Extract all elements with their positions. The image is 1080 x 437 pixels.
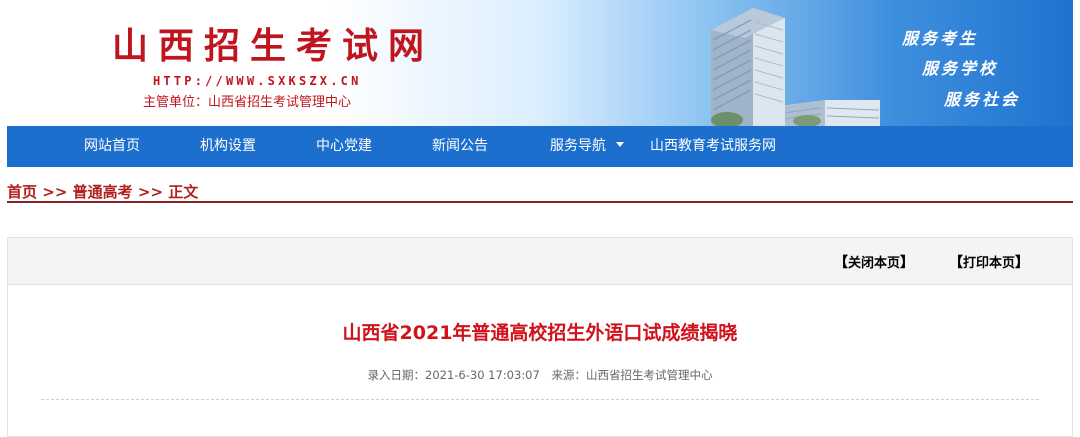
nav-organization[interactable]: 机构设置 xyxy=(200,126,256,167)
nav-party[interactable]: 中心党建 xyxy=(316,126,372,167)
breadcrumb-separator: >> xyxy=(42,183,68,201)
article-title: 山西省2021年普通高校招生外语口试成绩揭晓 xyxy=(342,322,738,344)
caret-down-icon xyxy=(616,141,624,147)
breadcrumb-separator: >> xyxy=(137,183,164,201)
nav-services-dropdown[interactable]: 服务导航 xyxy=(550,126,624,167)
source-value: 山西省招生考试管理中心 xyxy=(585,368,713,382)
print-page-label: 打印本页 xyxy=(963,256,1016,271)
nav-home[interactable]: 网站首页 xyxy=(84,126,140,167)
nav-services-label: 服务导航 xyxy=(550,138,606,154)
breadcrumb-current: 正文 xyxy=(168,183,199,201)
main-nav: 网站首页 机构设置 中心党建 新闻公告 服务导航 山西教育考试服务网 xyxy=(7,126,1073,167)
article-toolbar: 【关闭本页】 【打印本页】 xyxy=(8,238,1072,285)
building-image xyxy=(711,8,880,126)
entry-date-value: 2021-6-30 17:03:07 xyxy=(425,368,540,382)
slogan-3: 服务社会 xyxy=(944,90,1021,109)
close-page-button[interactable]: 【关闭本页】 xyxy=(834,252,914,272)
site-banner: 山西招生考试网 HTTP://WWW.SXKSZX.CN 主管单位：山西省招生考… xyxy=(7,0,1073,126)
entry-date-label: 录入日期： xyxy=(367,368,426,382)
bracket-close: 】 xyxy=(900,255,915,271)
breadcrumb-divider xyxy=(7,201,1073,203)
article-panel: 【关闭本页】 【打印本页】 山西省2021年普通高校招生外语口试成绩揭晓 录入日… xyxy=(7,237,1073,437)
entry-date: 录入日期：2021-6-30 17:03:07 xyxy=(368,368,540,382)
nav-exam-service-site[interactable]: 山西教育考试服务网 xyxy=(650,126,776,167)
breadcrumb: 首页 >> 普通高考 >> 正文 xyxy=(7,181,198,202)
print-page-button[interactable]: 【打印本页】 xyxy=(949,252,1029,272)
sponsor-text: 主管单位：山西省招生考试管理中心 xyxy=(143,95,352,110)
site-url: HTTP://WWW.SXKSZX.CN xyxy=(153,74,362,88)
nav-news[interactable]: 新闻公告 xyxy=(432,126,488,167)
breadcrumb-home[interactable]: 首页 xyxy=(7,183,37,201)
bracket-close: 】 xyxy=(1015,255,1030,271)
source-label: 来源： xyxy=(551,368,586,382)
slogan-1: 服务考生 xyxy=(902,29,979,48)
slogan-2: 服务学校 xyxy=(922,59,999,78)
article-meta: 录入日期：2021-6-30 17:03:07 来源：山西省招生考试管理中心 xyxy=(8,367,1072,383)
meta-divider xyxy=(41,399,1039,400)
bracket-open: 【 xyxy=(949,255,963,271)
breadcrumb-section[interactable]: 普通高考 xyxy=(73,183,133,201)
source: 来源：山西省招生考试管理中心 xyxy=(551,368,712,382)
bracket-open: 【 xyxy=(834,255,848,271)
close-page-label: 关闭本页 xyxy=(848,256,901,271)
site-title[interactable]: 山西招生考试网 xyxy=(112,17,434,69)
